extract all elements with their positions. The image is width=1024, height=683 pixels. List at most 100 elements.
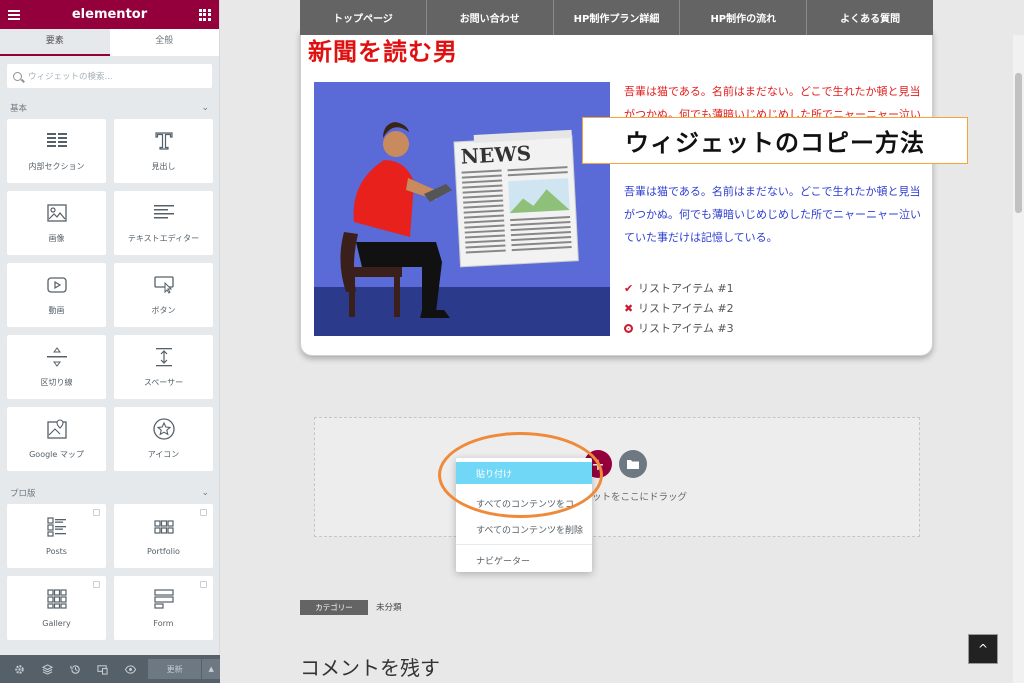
- chevron-down-icon: ⌄: [201, 488, 209, 498]
- category-basic-label: 基本: [10, 104, 28, 114]
- widget-label: 動画: [48, 306, 65, 315]
- category-value[interactable]: 未分類: [376, 601, 402, 613]
- category-badge: カテゴリー: [300, 600, 368, 615]
- man-reading-newspaper-image[interactable]: NEWS: [314, 82, 610, 336]
- preview-eye-icon[interactable]: [116, 664, 144, 675]
- top-navigation: トップページ お問い合わせ HP制作プラン詳細 HP制作の流れ よくある質問: [300, 0, 933, 35]
- context-menu-navigator[interactable]: ナビゲーター: [456, 547, 592, 572]
- widget-label: ボタン: [151, 306, 176, 315]
- layers-icon[interactable]: [34, 663, 62, 675]
- widget-icon[interactable]: アイコン: [114, 407, 213, 471]
- widget-label: 見出し: [151, 162, 176, 171]
- widget-video[interactable]: 動画: [7, 263, 106, 327]
- list-item: リストアイテム #3: [624, 318, 734, 338]
- context-menu-delete-all[interactable]: すべてのコンテンツを削除: [456, 516, 592, 542]
- highlight-ring: [438, 432, 603, 518]
- widget-spacer[interactable]: スペーサー: [114, 335, 213, 399]
- lock-icon: [200, 509, 207, 516]
- update-options-button[interactable]: ▲: [202, 659, 221, 679]
- tab-elements[interactable]: 要素: [0, 29, 110, 56]
- search-icon: [13, 71, 22, 81]
- portfolio-icon: [153, 516, 175, 538]
- image-icon: [46, 202, 68, 224]
- widget-label: 区切り線: [40, 378, 73, 387]
- widget-divider[interactable]: 区切り線: [7, 335, 106, 399]
- list-item: ✔ リストアイテム #1: [624, 278, 734, 298]
- widget-image[interactable]: 画像: [7, 191, 106, 255]
- widgets-grid-icon[interactable]: [198, 8, 211, 21]
- nav-item-faq[interactable]: よくある質問: [807, 0, 933, 35]
- text-editor-icon: [153, 202, 175, 224]
- gallery-icon: [46, 588, 68, 610]
- form-icon: [153, 588, 175, 610]
- video-icon: [46, 274, 68, 296]
- widget-label: テキストエディター: [127, 234, 200, 243]
- category-pro-label: プロ版: [10, 489, 36, 499]
- times-icon: ✖: [624, 301, 634, 315]
- widget-label: スペーサー: [143, 378, 184, 387]
- folder-icon: [627, 460, 639, 469]
- widget-gallery[interactable]: Gallery: [7, 576, 106, 640]
- responsive-icon[interactable]: [89, 664, 117, 675]
- comment-heading: コメントを残す: [300, 656, 440, 680]
- widget-posts[interactable]: Posts: [7, 504, 106, 568]
- menu-icon[interactable]: [8, 9, 20, 20]
- widget-label: Posts: [46, 547, 67, 556]
- list-item-label: リストアイテム #3: [638, 322, 734, 335]
- history-icon[interactable]: [61, 664, 89, 675]
- widget-google-maps[interactable]: Google マップ: [7, 407, 106, 471]
- widget-label: 画像: [48, 234, 65, 243]
- heading-icon: [153, 130, 175, 152]
- elementor-panel: elementor 要素 全般 ウィジェットの検索... 基本 ⌄ 内部セクショ…: [0, 0, 221, 683]
- scrollbar[interactable]: [1013, 35, 1024, 683]
- news-headline-text: NEWS: [460, 141, 532, 169]
- category-basic[interactable]: 基本 ⌄: [0, 98, 219, 118]
- icon-list[interactable]: ✔ リストアイテム #1 ✖ リストアイテム #2 リストアイテム #3: [624, 278, 734, 338]
- posts-icon: [46, 516, 68, 538]
- paragraph-blue[interactable]: 吾輩は猫である。名前はまだない。どこで生れたか頓と見当がつかぬ。何でも薄暗いじめ…: [624, 180, 924, 249]
- scrollbar-thumb[interactable]: [1015, 73, 1022, 213]
- scroll-to-top-button[interactable]: ^: [968, 634, 998, 664]
- spacer-icon: [153, 346, 175, 368]
- widget-label: Google マップ: [29, 450, 84, 459]
- lock-icon: [93, 581, 100, 588]
- chevron-down-icon: ⌄: [201, 103, 209, 113]
- add-template-button[interactable]: [619, 450, 647, 478]
- content-card: 新聞を読む男 NEWS 吾輩は猫である。名前はまだない。どこで生れたか頓と見当が…: [300, 30, 933, 356]
- panel-footer: 更新 ▲: [0, 655, 221, 683]
- add-section-dropzone[interactable]: [314, 417, 920, 537]
- google-maps-icon: [46, 418, 68, 440]
- list-item-label: リストアイテム #2: [638, 302, 734, 315]
- category-pro[interactable]: プロ版 ⌄: [0, 483, 219, 503]
- basic-widget-grid: 内部セクション 見出し 画像 テキストエディター 動画 ボタン 区切り線 スペー…: [0, 119, 219, 471]
- widget-label: Form: [153, 619, 174, 628]
- tutorial-overlay-title: ウィジェットのコピー方法: [582, 117, 968, 164]
- nav-item-contact[interactable]: お問い合わせ: [427, 0, 554, 35]
- panel-header: elementor: [0, 0, 219, 29]
- list-item-label: リストアイテム #1: [638, 282, 734, 295]
- nav-item-top[interactable]: トップページ: [300, 0, 427, 35]
- nav-item-plan[interactable]: HP制作プラン詳細: [554, 0, 681, 35]
- widget-form[interactable]: Form: [114, 576, 213, 640]
- chevron-up-icon: ^: [977, 642, 989, 656]
- widget-label: アイコン: [147, 450, 180, 459]
- check-icon: ✔: [624, 281, 634, 295]
- widget-inner-section[interactable]: 内部セクション: [7, 119, 106, 183]
- star-icon: [152, 418, 175, 440]
- widget-label: 内部セクション: [28, 162, 85, 171]
- divider-icon: [46, 346, 68, 368]
- widget-text-editor[interactable]: テキストエディター: [114, 191, 213, 255]
- nav-item-flow[interactable]: HP制作の流れ: [680, 0, 808, 35]
- widget-portfolio[interactable]: Portfolio: [114, 504, 213, 568]
- list-item: ✖ リストアイテム #2: [624, 298, 734, 318]
- tab-global[interactable]: 全般: [110, 29, 220, 56]
- widget-heading[interactable]: 見出し: [114, 119, 213, 183]
- widget-search-input[interactable]: ウィジェットの検索...: [7, 64, 212, 88]
- lock-icon: [200, 581, 207, 588]
- panel-tabs: 要素 全般: [0, 29, 219, 56]
- widget-label: Portfolio: [147, 547, 180, 556]
- update-button[interactable]: 更新: [148, 659, 202, 679]
- card-title[interactable]: 新聞を読む男: [308, 32, 458, 67]
- widget-button[interactable]: ボタン: [114, 263, 213, 327]
- settings-icon[interactable]: [6, 664, 34, 675]
